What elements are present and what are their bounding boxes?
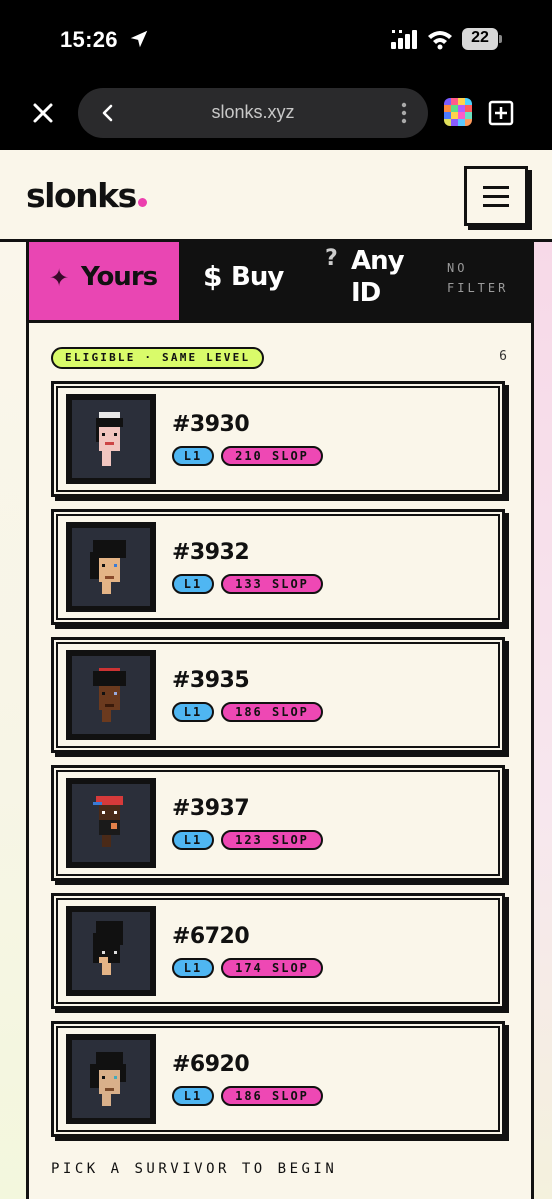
level-badge: L1 bbox=[172, 446, 214, 466]
dollar-icon: $ bbox=[203, 260, 223, 293]
card-title: #6720 bbox=[172, 924, 250, 949]
close-icon[interactable] bbox=[30, 100, 56, 126]
card-title: #3930 bbox=[172, 412, 250, 437]
address-bar[interactable]: slonks.xyz bbox=[78, 88, 428, 138]
browser-toolbar: slonks.xyz bbox=[0, 80, 552, 150]
slonk-card[interactable]: #3932 L1 133 SLOP bbox=[51, 509, 505, 625]
tab-any-label-line2: ID bbox=[351, 278, 381, 308]
eligible-filter-badge: ELIGIBLE · SAME LEVEL bbox=[51, 347, 265, 369]
pixel-avatar-image bbox=[93, 921, 123, 975]
no-filter-line1: NO bbox=[447, 261, 468, 275]
card-title: #3937 bbox=[172, 796, 250, 821]
avatar bbox=[66, 394, 156, 484]
avatar bbox=[66, 650, 156, 740]
question-icon: ? bbox=[325, 246, 338, 271]
wifi-icon bbox=[428, 31, 452, 50]
survivor-picker-panel: ✦ Yours $ Buy ? Any ID NO FILTER ELIGIBL… bbox=[26, 242, 534, 1199]
level-badge: L1 bbox=[172, 830, 214, 850]
pixel-avatar-image bbox=[90, 1052, 126, 1106]
slop-badge: 123 SLOP bbox=[221, 830, 323, 850]
site-header: slonks bbox=[0, 150, 552, 242]
pixel-avatar-image bbox=[96, 412, 123, 466]
status-bar: 15:26 22 bbox=[0, 0, 552, 80]
tab-buy[interactable]: $ Buy bbox=[179, 242, 309, 320]
avatar bbox=[66, 778, 156, 868]
favicon[interactable] bbox=[444, 98, 472, 126]
tab-yours[interactable]: ✦ Yours bbox=[29, 242, 179, 320]
tab-yours-label: Yours bbox=[81, 262, 158, 292]
new-tab-icon[interactable] bbox=[488, 100, 514, 126]
avatar bbox=[66, 522, 156, 612]
level-badge: L1 bbox=[172, 958, 214, 978]
sparkle-icon: ✦ bbox=[49, 264, 70, 292]
back-chevron-icon[interactable] bbox=[96, 101, 120, 125]
more-vertical-icon[interactable] bbox=[400, 101, 408, 125]
battery-level: 22 bbox=[471, 29, 489, 46]
level-badge: L1 bbox=[172, 702, 214, 722]
hamburger-menu-button[interactable] bbox=[464, 166, 528, 226]
hamburger-menu-icon bbox=[483, 186, 509, 189]
logo-text: slonks bbox=[26, 176, 137, 215]
pixel-avatar-image bbox=[90, 540, 126, 594]
level-badge: L1 bbox=[172, 1086, 214, 1106]
slop-badge: 133 SLOP bbox=[221, 574, 323, 594]
logo-dot bbox=[137, 198, 147, 207]
slop-badge: 186 SLOP bbox=[221, 1086, 323, 1106]
results-area: ELIGIBLE · SAME LEVEL 6 #3930 L1 210 SLO… bbox=[29, 320, 531, 1199]
page-edge bbox=[534, 242, 552, 1199]
slop-badge: 174 SLOP bbox=[221, 958, 323, 978]
web-page: slonks ✦ Yours $ Buy ? Any ID NO FILTER … bbox=[0, 150, 552, 1199]
slop-badge: 210 SLOP bbox=[221, 446, 323, 466]
pixel-avatar-image bbox=[93, 796, 123, 847]
url-text[interactable]: slonks.xyz bbox=[138, 102, 368, 123]
site-logo[interactable]: slonks bbox=[26, 176, 147, 215]
battery-icon: 22 bbox=[462, 28, 502, 50]
card-title: #3932 bbox=[172, 540, 250, 565]
card-title: #3935 bbox=[172, 668, 250, 693]
cellular-signal-icon bbox=[391, 30, 417, 49]
tab-no-filter[interactable]: NO FILTER bbox=[447, 258, 517, 298]
tab-any-label-line1: Any bbox=[351, 246, 405, 276]
hamburger-bar bbox=[483, 195, 509, 198]
level-badge: L1 bbox=[172, 574, 214, 594]
pixel-avatar-image bbox=[93, 668, 126, 722]
slonk-card[interactable]: #3935 L1 186 SLOP bbox=[51, 637, 505, 753]
no-filter-line2: FILTER bbox=[447, 281, 509, 295]
tab-bar: ✦ Yours $ Buy ? Any ID NO FILTER bbox=[29, 242, 531, 320]
status-time: 15:26 bbox=[60, 27, 118, 52]
card-title: #6920 bbox=[172, 1052, 250, 1077]
result-count: 6 bbox=[499, 349, 507, 364]
slop-badge: 186 SLOP bbox=[221, 702, 323, 722]
tab-buy-label: Buy bbox=[231, 262, 284, 292]
hamburger-bar bbox=[483, 204, 509, 207]
tab-any-id[interactable]: ? Any ID bbox=[319, 242, 429, 320]
avatar bbox=[66, 1034, 156, 1124]
pick-survivor-prompt: PICK A SURVIVOR TO BEGIN bbox=[51, 1161, 338, 1177]
location-arrow-icon bbox=[130, 30, 148, 48]
slonk-card[interactable]: #3930 L1 210 SLOP bbox=[51, 381, 505, 497]
avatar bbox=[66, 906, 156, 996]
slonk-card[interactable]: #6720 L1 174 SLOP bbox=[51, 893, 505, 1009]
slonk-card[interactable]: #6920 L1 186 SLOP bbox=[51, 1021, 505, 1137]
slonk-card[interactable]: #3937 L1 123 SLOP bbox=[51, 765, 505, 881]
